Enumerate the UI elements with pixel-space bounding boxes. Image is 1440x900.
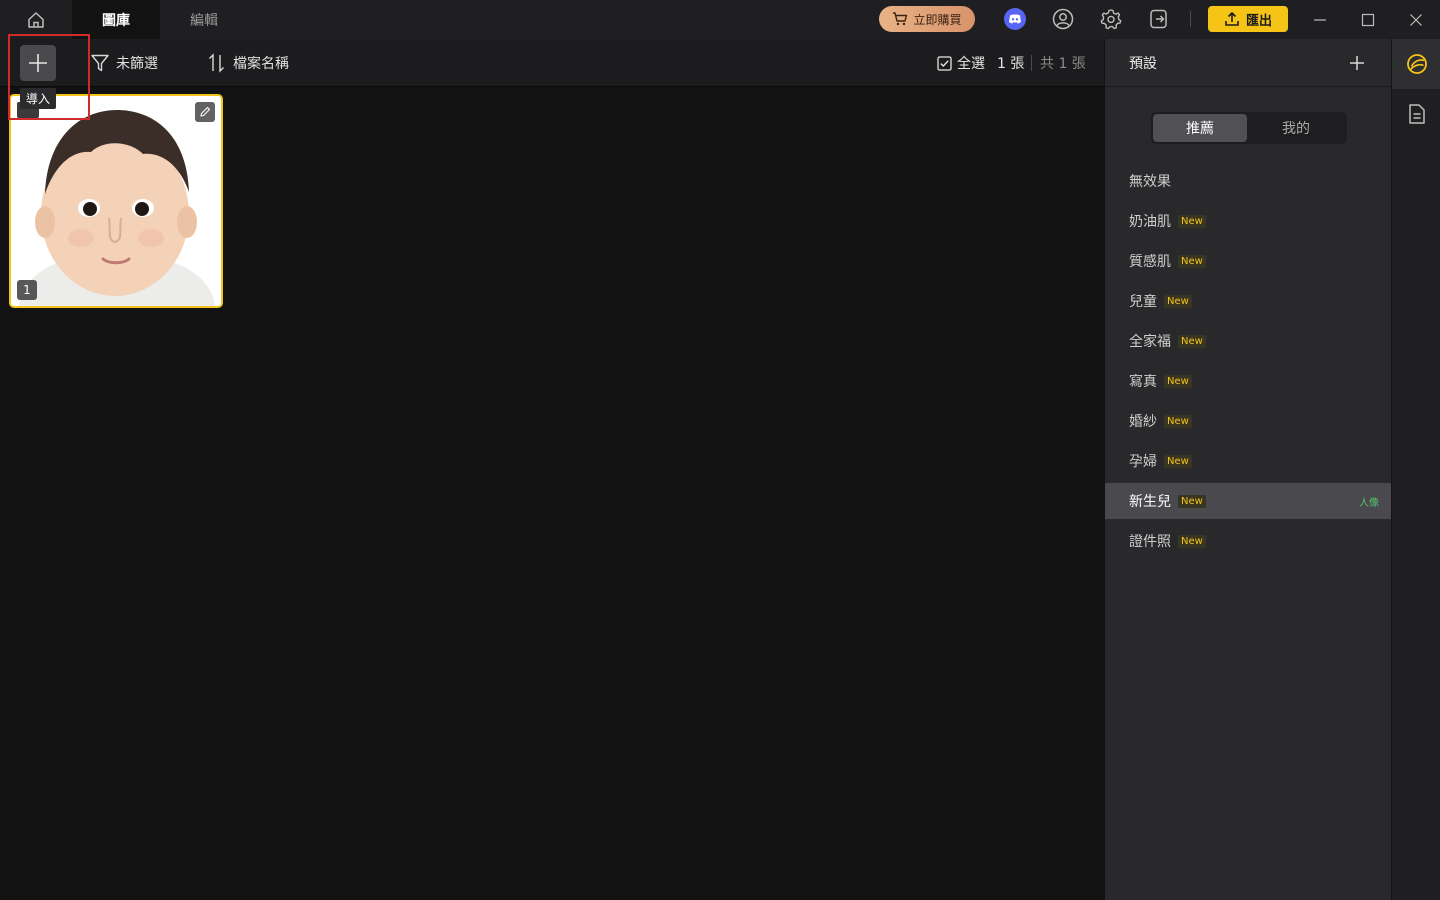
- info-tab-button[interactable]: [1392, 89, 1440, 139]
- maximize-button[interactable]: [1344, 0, 1392, 39]
- import-tooltip: 導入: [20, 88, 57, 109]
- preset-name: 孕婦: [1129, 454, 1157, 470]
- export-label: 匯出: [1245, 13, 1272, 29]
- buy-now-label: 立即購買: [913, 12, 962, 27]
- maximize-icon: [1361, 13, 1375, 27]
- upload-icon: [1224, 11, 1240, 27]
- select-all-checkbox[interactable]: 全選: [937, 39, 985, 87]
- discord-button[interactable]: [1001, 5, 1029, 33]
- selected-count: 1 張: [997, 56, 1025, 72]
- home-button[interactable]: [0, 0, 72, 39]
- title-bar: 圖庫 編輯 立即購買 匯出: [0, 0, 1440, 39]
- import-button[interactable]: [20, 45, 56, 81]
- tab-edit[interactable]: 編輯: [160, 0, 248, 39]
- filter-icon: [90, 53, 110, 73]
- new-badge: New: [1178, 534, 1206, 548]
- sign-out-button[interactable]: [1145, 5, 1173, 33]
- preset-item[interactable]: 新生兒 New 人像: [1105, 483, 1391, 519]
- new-badge: New: [1178, 254, 1206, 268]
- close-icon: [1409, 13, 1423, 27]
- plus-icon: [27, 52, 49, 74]
- photo-thumbnail[interactable]: 1: [9, 94, 223, 308]
- preset-name: 婚紗: [1129, 414, 1157, 430]
- tab-gallery[interactable]: 圖庫: [72, 0, 160, 39]
- preset-name: 寫真: [1129, 374, 1157, 390]
- preset-name: 無效果: [1129, 174, 1171, 190]
- export-button[interactable]: 匯出: [1208, 6, 1288, 32]
- tab-recommended[interactable]: 推薦: [1153, 114, 1247, 142]
- tab-mine[interactable]: 我的: [1249, 114, 1343, 142]
- panel-header: 預設: [1105, 39, 1391, 87]
- presets-icon: [1405, 52, 1429, 76]
- buy-now-button[interactable]: 立即購買: [879, 6, 975, 32]
- gallery-toolbar: 未篩選 檔案名稱 全選 1 張 共 1 張: [0, 39, 1104, 87]
- preset-item[interactable]: 寫真 New: [1105, 363, 1391, 399]
- pencil-icon: [199, 106, 211, 118]
- new-badge: New: [1178, 214, 1206, 228]
- home-icon: [26, 10, 46, 30]
- preset-item[interactable]: 奶油肌 New: [1105, 203, 1391, 239]
- preset-name: 奶油肌: [1129, 214, 1171, 230]
- preset-item[interactable]: 無效果: [1105, 163, 1391, 199]
- cart-icon: [892, 12, 908, 26]
- select-all-label: 全選: [957, 56, 985, 72]
- checkbox-icon: [937, 55, 952, 71]
- photo-index-badge: 1: [17, 280, 37, 300]
- new-badge: New: [1178, 334, 1206, 348]
- new-badge: New: [1164, 374, 1192, 388]
- preset-item[interactable]: 婚紗 New: [1105, 403, 1391, 439]
- preset-name: 新生兒: [1129, 494, 1171, 510]
- presets-tab-button[interactable]: [1392, 39, 1440, 89]
- preset-item[interactable]: 質感肌 New: [1105, 243, 1391, 279]
- preset-item[interactable]: 兒童 New: [1105, 283, 1391, 319]
- preset-item[interactable]: 孕婦 New: [1105, 443, 1391, 479]
- add-preset-button[interactable]: [1345, 51, 1369, 75]
- preset-item[interactable]: 證件照 New: [1105, 523, 1391, 559]
- minimize-button[interactable]: [1296, 0, 1344, 39]
- new-badge: New: [1178, 494, 1206, 508]
- settings-icon: [1100, 8, 1122, 30]
- sort-label: 檔案名稱: [233, 56, 289, 72]
- preset-name: 質感肌: [1129, 254, 1171, 270]
- discord-icon: [1003, 7, 1027, 31]
- total-count: 共 1 張: [1040, 56, 1086, 72]
- right-sidebar: [1391, 39, 1440, 900]
- new-badge: New: [1164, 454, 1192, 468]
- close-button[interactable]: [1392, 0, 1440, 39]
- preset-name: 兒童: [1129, 294, 1157, 310]
- preset-category-toggle: 推薦 我的: [1151, 112, 1347, 144]
- baby-photo: [11, 96, 221, 306]
- sign-out-icon: [1148, 8, 1170, 30]
- count-divider: [1031, 55, 1032, 71]
- plus-icon: [1349, 55, 1365, 71]
- preset-category-tag: 人像: [1359, 497, 1379, 509]
- preset-name: 證件照: [1129, 534, 1171, 550]
- panel-title: 預設: [1129, 56, 1157, 72]
- preset-name: 全家福: [1129, 334, 1171, 350]
- new-badge: New: [1164, 414, 1192, 428]
- new-badge: New: [1164, 294, 1192, 308]
- filter-label: 未篩選: [116, 56, 158, 72]
- presets-panel: 預設 推薦 我的 無效果奶油肌 New 質感肌 New 兒童 New 全家福 New 寫真 New…: [1105, 39, 1391, 900]
- preset-item[interactable]: 全家福 New: [1105, 323, 1391, 359]
- minimize-icon: [1313, 13, 1327, 27]
- filter-button[interactable]: 未篩選: [90, 39, 158, 87]
- settings-button[interactable]: [1097, 5, 1125, 33]
- sort-button[interactable]: 檔案名稱: [207, 39, 289, 87]
- sort-icon: [207, 53, 227, 73]
- document-icon: [1407, 103, 1427, 125]
- edit-photo-button[interactable]: [195, 102, 215, 122]
- account-button[interactable]: [1049, 5, 1077, 33]
- toolbar-divider: [1190, 11, 1191, 27]
- account-icon: [1052, 8, 1074, 30]
